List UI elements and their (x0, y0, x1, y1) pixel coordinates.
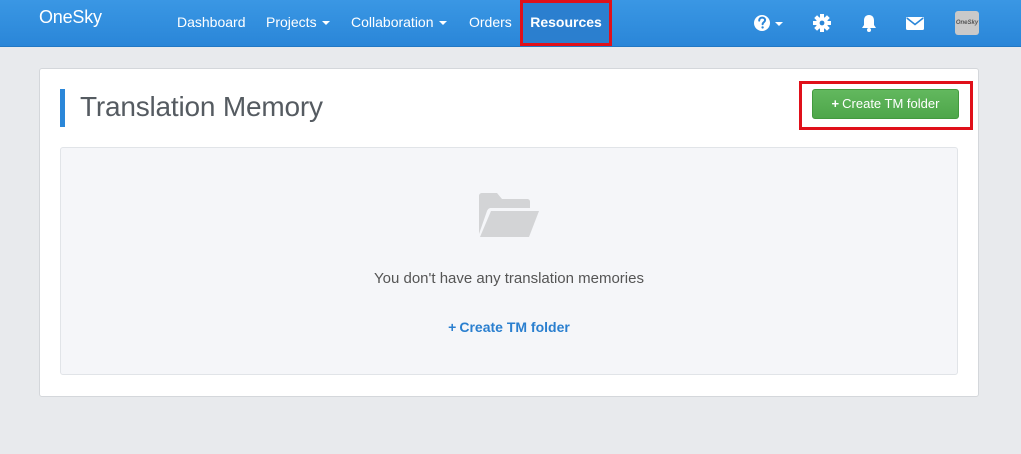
create-tm-folder-button[interactable]: + Create TM folder (812, 89, 959, 119)
avatar-label: OneSky (955, 20, 979, 26)
help-icon[interactable] (752, 12, 784, 34)
create-tm-folder-link[interactable]: + Create TM folder (61, 319, 957, 335)
nav-item-collaboration[interactable]: Collaboration (351, 14, 447, 30)
caret-down-icon (438, 21, 447, 26)
nav-item-label: Collaboration (351, 14, 434, 30)
empty-state-message: You don't have any translation memories (374, 270, 644, 287)
nav-item-label: Projects (266, 14, 317, 30)
title-accent-bar (60, 89, 65, 127)
nav-item-label: Orders (469, 14, 512, 30)
empty-state: You don't have any translation memories … (60, 147, 958, 375)
nav-item-orders[interactable]: Orders (469, 14, 512, 30)
avatar[interactable]: OneSky (955, 11, 979, 35)
plus-icon: + (448, 319, 457, 335)
translation-memory-panel: Translation Memory + Create TM folder You… (39, 68, 979, 397)
nav-item-resources[interactable]: Resources (520, 0, 612, 46)
plus-icon: + (831, 96, 840, 111)
nav-item-label: Resources (530, 14, 602, 30)
nav-item-dashboard[interactable]: Dashboard (177, 14, 246, 30)
nav-item-projects[interactable]: Projects (266, 14, 330, 30)
mail-icon[interactable] (904, 12, 926, 34)
brand-logo[interactable]: OneSky (39, 7, 102, 28)
bell-icon[interactable] (858, 12, 880, 34)
caret-down-icon (321, 21, 330, 26)
create-tm-folder-link-label: Create TM folder (459, 319, 570, 335)
gear-icon[interactable] (811, 12, 833, 34)
top-navbar: OneSky Dashboard Projects Collaboration … (0, 0, 1021, 47)
page-title: Translation Memory (80, 91, 323, 122)
create-tm-folder-label: Create TM folder (842, 96, 940, 111)
nav-item-label: Dashboard (177, 14, 246, 30)
folder-open-icon (479, 193, 539, 237)
